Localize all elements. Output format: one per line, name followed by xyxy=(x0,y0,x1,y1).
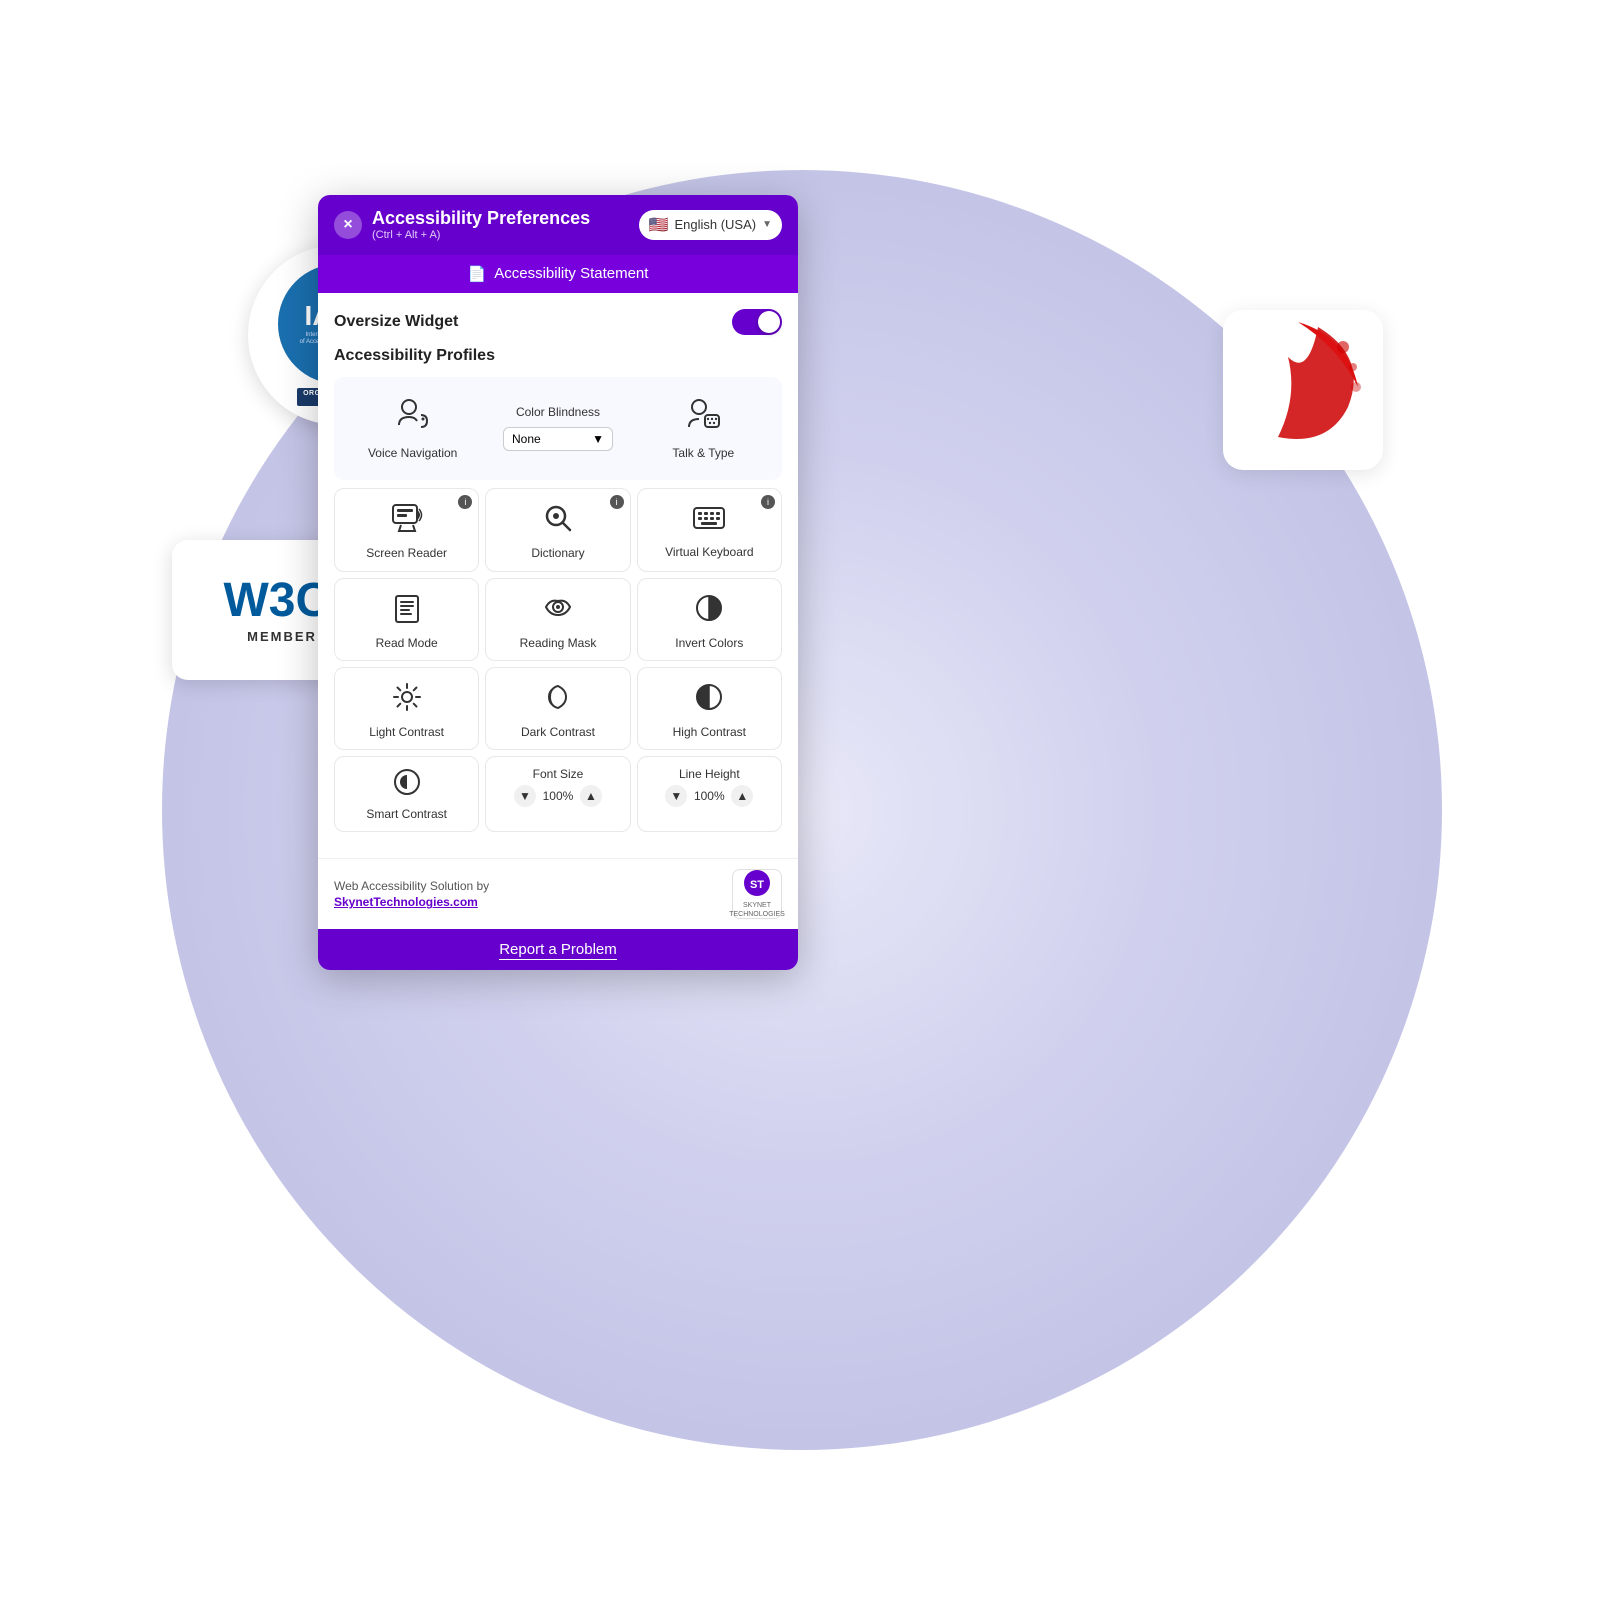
w3c-member: MEMBER xyxy=(247,629,317,644)
panel-header-left: × Accessibility Preferences (Ctrl + Alt … xyxy=(334,209,590,241)
light-contrast-label: Light Contrast xyxy=(369,725,444,739)
red-decoration xyxy=(1223,310,1383,470)
panel-footer: Web Accessibility Solution by SkynetTech… xyxy=(318,858,798,929)
panel-title-group: Accessibility Preferences (Ctrl + Alt + … xyxy=(372,209,590,241)
footer-logo-text: SKYNET TECHNOLOGIES xyxy=(729,902,785,919)
virtual-keyboard-icon xyxy=(692,504,726,539)
light-contrast-icon xyxy=(392,682,422,719)
report-problem-label: Report a Problem xyxy=(499,941,617,960)
voice-navigation-label: Voice Navigation xyxy=(368,446,457,460)
invert-colors-card[interactable]: Invert Colors xyxy=(637,578,782,661)
color-blindness-value: None xyxy=(512,432,541,446)
dictionary-card[interactable]: i Dictionary xyxy=(485,488,630,571)
svg-text:ST: ST xyxy=(750,879,764,891)
color-blindness-label: Color Blindness xyxy=(516,405,600,419)
dictionary-icon xyxy=(543,503,573,540)
high-contrast-card[interactable]: High Contrast xyxy=(637,667,782,750)
read-mode-card[interactable]: Read Mode xyxy=(334,578,479,661)
oversize-widget-row: Oversize Widget xyxy=(334,309,782,335)
high-contrast-icon xyxy=(694,682,724,719)
report-problem-button[interactable]: Report a Problem xyxy=(318,929,798,970)
light-contrast-card[interactable]: Light Contrast xyxy=(334,667,479,750)
smart-contrast-label: Smart Contrast xyxy=(366,807,447,821)
footer-logo: ST SKYNET TECHNOLOGIES xyxy=(732,869,782,919)
feature-cards-row2: Read Mode Reading Mask xyxy=(334,578,782,661)
invert-colors-icon xyxy=(694,593,724,630)
line-height-label: Line Height xyxy=(679,767,740,781)
virtual-keyboard-label: Virtual Keyboard xyxy=(665,545,754,559)
dark-contrast-card[interactable]: Dark Contrast xyxy=(485,667,630,750)
smart-contrast-icon xyxy=(392,767,422,803)
toggle-knob xyxy=(758,311,780,333)
line-height-value: 100% xyxy=(691,789,727,803)
voice-navigation-icon xyxy=(395,397,431,440)
high-contrast-label: High Contrast xyxy=(673,725,746,739)
feature-cards-row3: Light Contrast Dark Contrast xyxy=(334,667,782,750)
reading-mask-icon xyxy=(542,593,574,630)
accessibility-statement-bar[interactable]: 📄 Accessibility Statement xyxy=(318,255,798,293)
font-size-label: Font Size xyxy=(533,767,584,781)
virtual-keyboard-card[interactable]: i xyxy=(637,488,782,571)
red-swoosh-icon xyxy=(1238,317,1368,463)
bottom-controls-row: Smart Contrast Font Size ▼ 100% ▲ Line H… xyxy=(334,756,782,832)
statement-icon: 📄 xyxy=(468,265,487,283)
reading-mask-label: Reading Mask xyxy=(520,636,597,650)
footer-logo-icon: ST xyxy=(743,869,771,902)
close-button[interactable]: × xyxy=(334,211,362,239)
smart-contrast-card[interactable]: Smart Contrast xyxy=(334,756,479,832)
panel-shortcut: (Ctrl + Alt + A) xyxy=(372,229,590,241)
line-height-card: Line Height ▼ 100% ▲ xyxy=(637,756,782,832)
w3c-logo: W3C xyxy=(224,577,331,625)
chevron-down-icon: ▼ xyxy=(762,219,772,230)
close-icon: × xyxy=(343,216,352,234)
line-height-increase-button[interactable]: ▲ xyxy=(731,785,753,807)
virtual-keyboard-info-icon[interactable]: i xyxy=(761,495,775,509)
footer-text-label: Web Accessibility Solution by xyxy=(334,879,489,893)
font-size-value: 100% xyxy=(540,789,576,803)
color-blindness-item: Color Blindness None ▼ xyxy=(489,387,626,470)
invert-colors-label: Invert Colors xyxy=(675,636,743,650)
reading-mask-card[interactable]: Reading Mask xyxy=(485,578,630,661)
feature-cards-row1: i Screen Reader i xyxy=(334,488,782,571)
panel-body: Oversize Widget Accessibility Profiles xyxy=(318,293,798,859)
screen-reader-icon xyxy=(391,503,423,540)
oversize-toggle[interactable] xyxy=(732,309,782,335)
footer-text: Web Accessibility Solution by SkynetTech… xyxy=(334,878,489,912)
top-features-row: Voice Navigation Color Blindness None ▼ xyxy=(334,377,782,480)
line-height-controls: ▼ 100% ▲ xyxy=(665,785,753,807)
talk-type-label: Talk & Type xyxy=(672,446,734,460)
voice-navigation-item[interactable]: Voice Navigation xyxy=(344,387,481,470)
flag-icon: 🇺🇸 xyxy=(649,215,669,235)
font-size-card: Font Size ▼ 100% ▲ xyxy=(485,756,630,832)
oversize-widget-label: Oversize Widget xyxy=(334,313,458,331)
screen-reader-label: Screen Reader xyxy=(366,546,447,560)
talk-type-icon xyxy=(685,397,721,440)
panel-title: Accessibility Preferences xyxy=(372,209,590,229)
statement-label: Accessibility Statement xyxy=(494,265,648,282)
accessibility-panel: × Accessibility Preferences (Ctrl + Alt … xyxy=(318,195,798,970)
color-blindness-select[interactable]: None ▼ xyxy=(503,427,613,451)
font-size-decrease-button[interactable]: ▼ xyxy=(514,785,536,807)
select-chevron-icon: ▼ xyxy=(592,432,604,446)
font-size-controls: ▼ 100% ▲ xyxy=(514,785,602,807)
dictionary-label: Dictionary xyxy=(531,546,584,560)
screen-reader-card[interactable]: i Screen Reader xyxy=(334,488,479,571)
line-height-decrease-button[interactable]: ▼ xyxy=(665,785,687,807)
language-label: English (USA) xyxy=(674,217,756,232)
read-mode-icon xyxy=(392,593,422,630)
dark-contrast-icon xyxy=(544,682,572,719)
screen-reader-info-icon[interactable]: i xyxy=(458,495,472,509)
panel-header: × Accessibility Preferences (Ctrl + Alt … xyxy=(318,195,798,255)
page-wrapper: IAAP International Associationof Accessi… xyxy=(0,0,1603,1619)
font-size-increase-button[interactable]: ▲ xyxy=(580,785,602,807)
talk-type-item[interactable]: Talk & Type xyxy=(635,387,772,470)
dictionary-info-icon[interactable]: i xyxy=(610,495,624,509)
dark-contrast-label: Dark Contrast xyxy=(521,725,595,739)
language-selector[interactable]: 🇺🇸 English (USA) ▼ xyxy=(639,210,782,240)
profiles-label: Accessibility Profiles xyxy=(334,347,782,365)
footer-link[interactable]: SkynetTechnologies.com xyxy=(334,895,478,909)
read-mode-label: Read Mode xyxy=(376,636,438,650)
